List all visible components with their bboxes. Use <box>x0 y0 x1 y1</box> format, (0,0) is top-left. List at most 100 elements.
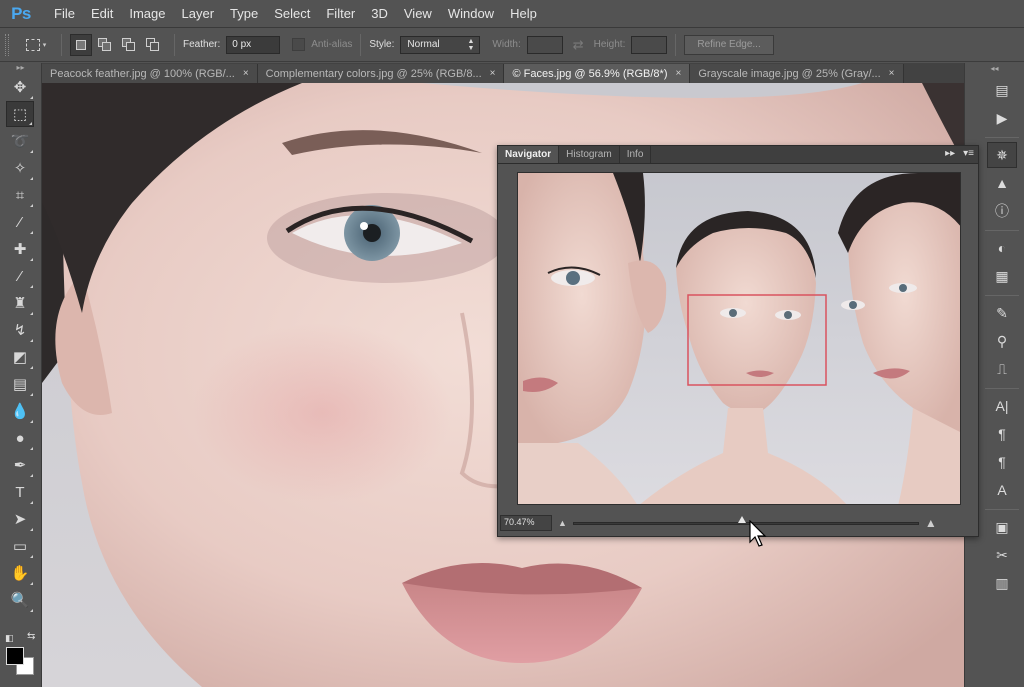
tab-histogram[interactable]: Histogram <box>559 146 620 163</box>
collapse-panel-icon[interactable]: ▸▸ <box>945 148 955 159</box>
close-icon[interactable]: × <box>243 68 249 79</box>
blur-tool-icon[interactable]: 💧 <box>6 398 34 424</box>
tool-preset-picker[interactable]: ▾ <box>19 34 53 56</box>
navigator-header-buttons: ▸▸ ▾≡ <box>945 148 974 159</box>
foreground-color-swatch[interactable] <box>6 647 24 665</box>
refine-edge-button[interactable]: Refine Edge... <box>684 34 774 55</box>
intersect-selection-icon <box>146 38 160 51</box>
document-tab[interactable]: © Faces.jpg @ 56.9% (RGB/8*) × <box>504 64 691 83</box>
brush-presets-panel-icon[interactable]: ⚲ <box>987 328 1017 354</box>
menu-file[interactable]: File <box>48 0 85 28</box>
feather-input[interactable]: 0 px <box>226 35 281 54</box>
menu-image[interactable]: Image <box>123 0 175 28</box>
document-tab[interactable]: Grayscale image.jpg @ 25% (Gray/... × <box>690 64 904 83</box>
panel-menu-icon[interactable]: ▾≡ <box>963 148 974 159</box>
anti-alias-checkbox[interactable] <box>292 38 306 51</box>
tools-panel-collapse-icon[interactable]: ▸▸ <box>0 63 41 73</box>
menu-3d[interactable]: 3D <box>365 0 398 28</box>
brush-tool-icon[interactable]: ⁄ <box>6 263 34 289</box>
marquee-tool-glyph: ⬚ <box>12 106 28 123</box>
move-tool-icon[interactable]: ✥ <box>6 74 34 100</box>
properties-panel-icon[interactable]: ▦ <box>987 263 1017 289</box>
info-panel-icon[interactable]: ⓘ <box>987 198 1017 224</box>
menu-type[interactable]: Type <box>224 0 268 28</box>
type-tool-icon[interactable]: T <box>6 479 34 505</box>
actions-panel-icon[interactable]: ▶ <box>987 105 1017 131</box>
menu-window[interactable]: Window <box>442 0 504 28</box>
gradient-tool-glyph: ▤ <box>12 376 28 393</box>
brush-panel-icon[interactable]: ✎ <box>987 300 1017 326</box>
eraser-tool-glyph: ◩ <box>12 349 28 366</box>
crop-tool-glyph: ⌗ <box>15 186 25 204</box>
menu-edit[interactable]: Edit <box>85 0 123 28</box>
feather-label: Feather: <box>183 39 221 50</box>
swap-colors-icon[interactable]: ⇆ <box>27 631 35 642</box>
zoom-out-icon[interactable]: ▲ <box>558 518 567 528</box>
navigator-preview[interactable] <box>517 172 961 505</box>
paragraph-panel-icon[interactable]: ¶ <box>987 421 1017 447</box>
document-tab-label: Complementary colors.jpg @ 25% (RGB/8... <box>265 67 482 80</box>
default-colors-icon[interactable]: ◧ <box>5 633 14 644</box>
swap-width-height-icon[interactable]: ⇄ <box>573 37 584 53</box>
healing-brush-tool-icon[interactable]: ✚ <box>6 236 34 262</box>
marquee-tool-icon[interactable]: ⬚ <box>6 101 34 127</box>
zoom-tool-icon[interactable]: 🔍 <box>6 587 34 613</box>
zoom-tool-glyph: 🔍 <box>10 592 30 609</box>
width-input[interactable] <box>526 35 563 54</box>
zoom-in-icon[interactable]: ▲ <box>925 516 937 530</box>
zoom-slider-thumb[interactable] <box>738 516 747 523</box>
dodge-tool-icon[interactable]: ● <box>6 425 34 451</box>
notes-panel-icon[interactable]: ▥ <box>987 570 1017 596</box>
subtract-from-selection-button[interactable] <box>118 34 140 56</box>
tools-panel: ▸▸ ✥ ⬚ ➰ ✧ ⌗ ⁄ ✚ ⁄ ♜ ↯ ◩ ▤ 💧 ● ✒ T ➤ ▭ ✋ 🔍 ◧ ⇆ <box>0 63 42 687</box>
options-bar-grip[interactable] <box>5 33 9 56</box>
history-brush-tool-glyph: ↯ <box>13 322 27 339</box>
document-tab[interactable]: Peacock feather.jpg @ 100% (RGB/... × <box>42 64 258 83</box>
close-icon[interactable]: × <box>490 68 496 79</box>
zoom-slider[interactable] <box>572 515 919 531</box>
tab-info[interactable]: Info <box>620 146 652 163</box>
new-selection-button[interactable] <box>70 33 92 56</box>
menu-layer[interactable]: Layer <box>176 0 225 28</box>
zoom-value-input[interactable]: 70.47% <box>500 515 552 531</box>
navigator-panel-icon[interactable]: ✵ <box>987 142 1017 168</box>
lasso-tool-icon[interactable]: ➰ <box>6 128 34 154</box>
hand-tool-icon[interactable]: ✋ <box>6 560 34 586</box>
character-styles-panel-icon[interactable]: A <box>987 477 1017 503</box>
histogram-panel-icon[interactable]: ▲ <box>987 170 1017 196</box>
style-select[interactable]: Normal ▲ ▼ <box>400 35 481 54</box>
dock-expand-icon[interactable]: ◂◂ <box>965 63 1024 75</box>
add-to-selection-button[interactable] <box>94 34 116 56</box>
paragraph-styles-panel-icon[interactable]: ¶ <box>987 449 1017 475</box>
magic-wand-tool-icon[interactable]: ✧ <box>6 155 34 181</box>
clone-source-panel-icon[interactable]: ⎍ <box>987 356 1017 382</box>
shape-tool-icon[interactable]: ▭ <box>6 533 34 559</box>
menu-filter[interactable]: Filter <box>320 0 365 28</box>
history-brush-tool-icon[interactable]: ↯ <box>6 317 34 343</box>
eraser-tool-icon[interactable]: ◩ <box>6 344 34 370</box>
menu-view[interactable]: View <box>398 0 442 28</box>
navigator-thumbnail <box>518 173 960 504</box>
character-panel-icon[interactable]: A| <box>987 393 1017 419</box>
document-tab[interactable]: Complementary colors.jpg @ 25% (RGB/8...… <box>257 64 505 83</box>
divider <box>61 33 62 56</box>
color-swatches: ◧ ⇆ <box>3 631 39 679</box>
eyedropper-tool-icon[interactable]: ⁄ <box>6 209 34 235</box>
menu-select[interactable]: Select <box>268 0 320 28</box>
history-panel-icon[interactable]: ▤ <box>987 77 1017 103</box>
adjustments-panel-icon[interactable]: ◐ <box>987 235 1017 261</box>
tool-presets-panel-icon[interactable]: ✂ <box>987 542 1017 568</box>
path-selection-tool-icon[interactable]: ➤ <box>6 506 34 532</box>
menu-help[interactable]: Help <box>504 0 547 28</box>
gradient-tool-icon[interactable]: ▤ <box>6 371 34 397</box>
close-icon[interactable]: × <box>675 68 681 79</box>
close-icon[interactable]: × <box>889 68 895 79</box>
layer-comps-panel-icon[interactable]: ▣ <box>987 514 1017 540</box>
crop-tool-icon[interactable]: ⌗ <box>6 182 34 208</box>
chevron-down-icon: ▾ <box>42 41 47 49</box>
intersect-selection-button[interactable] <box>142 34 164 56</box>
pen-tool-icon[interactable]: ✒ <box>6 452 34 478</box>
height-input[interactable] <box>631 35 668 54</box>
tab-navigator[interactable]: Navigator <box>498 146 560 163</box>
clone-stamp-tool-icon[interactable]: ♜ <box>6 290 34 316</box>
